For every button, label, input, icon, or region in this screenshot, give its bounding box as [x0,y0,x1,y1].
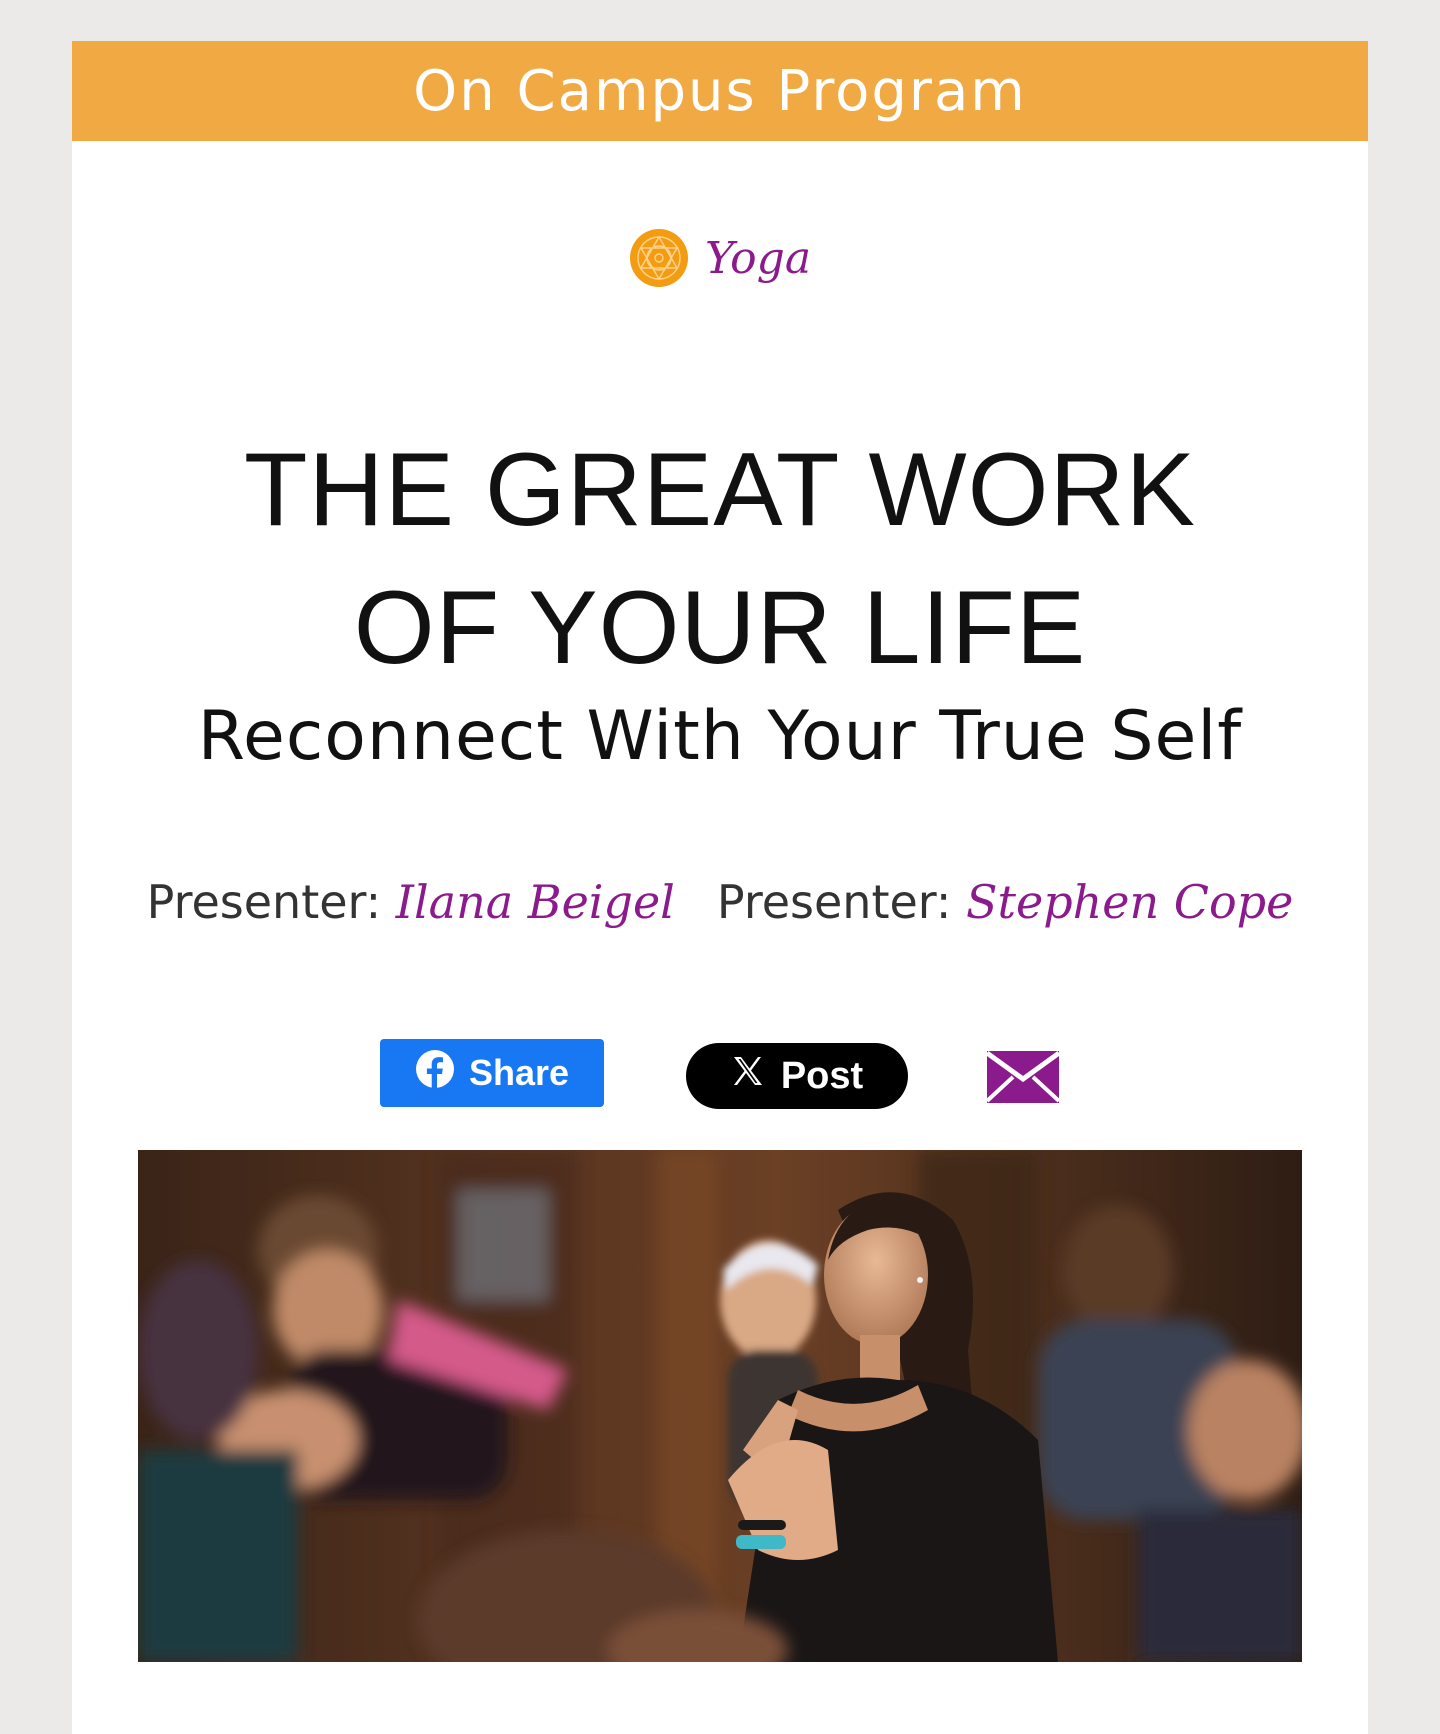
category-tag[interactable]: Yoga [72,228,1368,288]
program-subtitle: Reconnect With Your True Self [197,697,1243,776]
presenter-prefix: Presenter: [716,875,967,929]
facebook-share-label: Share [468,1052,570,1093]
presenter-name-link[interactable]: Ilana Beigel [396,875,675,929]
mandala-icon [629,228,689,288]
presenter-name-link[interactable]: Stephen Cope [966,875,1293,929]
share-toolbar: Share Post [72,1039,1368,1109]
presenter-item: Presenter: Stephen Cope [717,875,1293,929]
hero-photo [138,1150,1302,1662]
banner-title: On Campus Program [413,58,1027,124]
x-post-button[interactable]: Post [686,1043,908,1109]
category-label[interactable]: Yoga [705,233,811,284]
program-card: On Campus Program Yoga THE GREAT WORK OF… [72,41,1368,1734]
facebook-share-button[interactable]: Share [380,1039,604,1107]
facebook-icon [415,1049,455,1098]
presenter-list: Presenter: Ilana Beigel Presenter: Steph… [72,875,1368,929]
x-post-label: Post [780,1054,864,1097]
x-logo-icon [731,1054,765,1098]
email-share-button[interactable] [985,1049,1061,1105]
yoga-class-photo [138,1150,1302,1662]
program-title-line-1: THE GREAT WORK [244,432,1196,548]
envelope-icon [985,1050,1061,1103]
program-title-line-2: OF YOUR LIFE [353,570,1087,686]
program-title: THE GREAT WORK OF YOUR LIFE [72,421,1368,697]
presenter-prefix: Presenter: [146,875,396,929]
presenter-item: Presenter: Ilana Beigel [147,875,675,929]
program-type-banner: On Campus Program [72,41,1368,141]
